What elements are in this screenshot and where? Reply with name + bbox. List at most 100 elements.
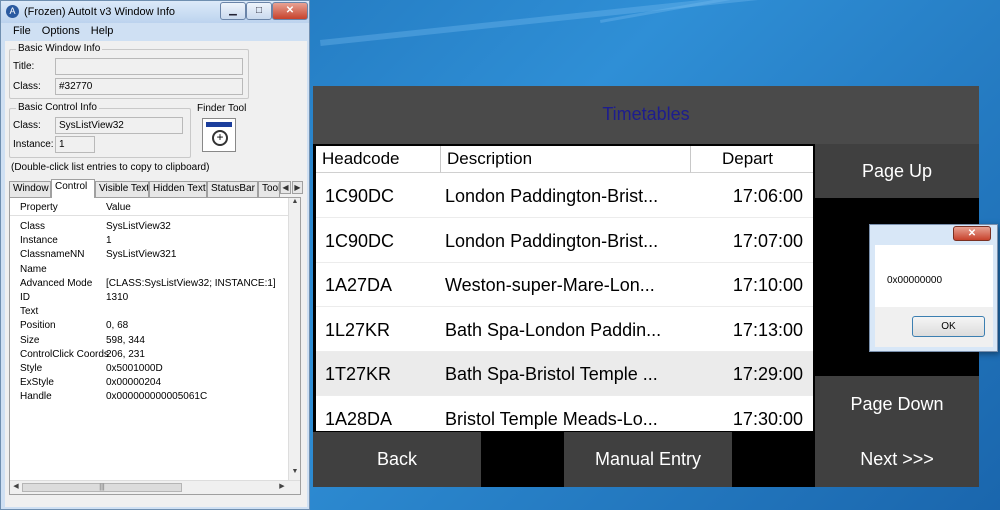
property-row[interactable]: ClassnameNN SysListView321: [10, 248, 290, 262]
page-down-button[interactable]: Page Down: [815, 376, 979, 432]
property-row[interactable]: ID 1310: [10, 291, 290, 305]
window-class-label: Class:: [13, 81, 41, 92]
menu-file[interactable]: File: [13, 25, 31, 37]
property-name: Size: [20, 334, 40, 346]
back-button[interactable]: Back: [313, 432, 481, 487]
manual-entry-button[interactable]: Manual Entry: [564, 432, 732, 487]
autoit-app-icon: A: [6, 5, 19, 18]
finder-tool-icon[interactable]: +: [202, 118, 236, 152]
cell-headcode: 1C90DC: [325, 230, 395, 251]
autoit-menu-bar: File Options Help: [5, 25, 307, 41]
timetable-row[interactable]: 1T27KR Bath Spa-Bristol Temple ... 17:29:0…: [316, 352, 813, 396]
window-title-label: Title:: [13, 61, 35, 72]
ok-button[interactable]: OK: [912, 316, 985, 337]
cell-headcode: 1A28DA: [325, 408, 393, 429]
property-name: ClassnameNN: [20, 249, 85, 261]
message-box-text: 0x00000000: [887, 275, 943, 286]
property-value: 0, 68: [106, 320, 129, 332]
tab-control[interactable]: Control: [51, 179, 95, 198]
property-row[interactable]: Style 0x5001000D: [10, 362, 290, 376]
property-name: ExStyle: [20, 377, 54, 389]
property-row[interactable]: Class SysListView32: [10, 220, 290, 234]
property-list[interactable]: Property Value Class SysListView32 Instanc…: [9, 197, 301, 495]
next-button[interactable]: Next >>>: [815, 432, 979, 487]
timetable-row[interactable]: 1C90DC London Paddington-Brist... 17:06:00: [316, 174, 813, 218]
property-row[interactable]: ControlClick Coords 206, 231: [10, 348, 290, 362]
window-class-field[interactable]: #32770: [55, 78, 243, 95]
property-name: Text: [20, 306, 39, 318]
tab-hidden-text[interactable]: Hidden Text: [149, 181, 207, 197]
hscroll-thumb[interactable]: |||: [22, 483, 182, 492]
tab-tool[interactable]: Tool: [258, 181, 280, 197]
property-list-hscroll[interactable]: ◀ ||| ▶: [10, 480, 300, 494]
autoit-window-info: A (Frozen) AutoIt v3 Window Info ▁ □ ✕ F…: [0, 0, 310, 510]
tab-visible-text[interactable]: Visible Text: [95, 181, 149, 197]
property-value: 0x000000000005061C: [106, 391, 208, 403]
tab-scroll-right-icon[interactable]: ▶: [292, 181, 303, 194]
timetables-title: Timetables: [313, 86, 979, 144]
property-value: SysListView32: [106, 221, 171, 232]
property-name: ControlClick Coords: [20, 348, 109, 360]
cell-description: Weston-super-Mare-Lon...: [445, 275, 655, 295]
property-row[interactable]: Text: [10, 305, 290, 319]
message-box-close-icon[interactable]: ✕: [953, 226, 991, 241]
autoit-window-title: (Frozen) AutoIt v3 Window Info: [24, 6, 176, 18]
basic-control-info-label: Basic Control Info: [16, 102, 99, 113]
property-row[interactable]: ExStyle 0x00000204: [10, 376, 290, 390]
autoit-title-bar[interactable]: A (Frozen) AutoIt v3 Window Info ▁ □ ✕: [1, 1, 309, 23]
property-row[interactable]: Size 598, 344: [10, 334, 290, 348]
property-name: Position: [20, 320, 56, 332]
timetable-list[interactable]: Headcode Description Depart 1C90DC London…: [316, 146, 813, 431]
control-class-field[interactable]: SysListView32: [55, 117, 183, 134]
property-name: Class: [20, 221, 46, 232]
column-headcode[interactable]: Headcode: [316, 146, 441, 173]
bottom-bar-gap: [732, 432, 815, 487]
timetable-row[interactable]: 1L27KR Bath Spa-London Paddin... 17:13:00: [316, 307, 813, 352]
close-button[interactable]: ✕: [272, 2, 308, 20]
column-value[interactable]: Value: [106, 202, 131, 213]
scroll-left-icon[interactable]: ◀: [11, 482, 21, 494]
property-row[interactable]: Advanced Mode [CLASS:SysListView32; INSTA…: [10, 277, 290, 291]
tab-scroll-left-icon[interactable]: ◀: [280, 181, 291, 194]
column-description[interactable]: Description: [441, 146, 691, 173]
minimize-button[interactable]: ▁: [220, 2, 246, 20]
property-row[interactable]: Name: [10, 263, 290, 277]
control-class-label: Class:: [13, 120, 41, 131]
column-property[interactable]: Property: [20, 202, 58, 213]
control-instance-label: Instance:: [13, 139, 54, 150]
property-name: Advanced Mode: [20, 277, 93, 289]
maximize-button[interactable]: □: [246, 2, 272, 20]
page-up-button[interactable]: Page Up: [815, 144, 979, 198]
cell-headcode: 1T27KR: [325, 364, 392, 384]
clipboard-hint: (Double-click list entries to copy to cl…: [11, 162, 210, 173]
property-row[interactable]: Instance 1: [10, 234, 290, 248]
tab-statusbar[interactable]: StatusBar: [207, 181, 258, 197]
menu-help[interactable]: Help: [91, 25, 114, 37]
property-list-header: Property Value: [10, 198, 300, 216]
column-depart[interactable]: Depart: [691, 146, 813, 173]
cell-depart: 17:29:00: [732, 364, 803, 384]
property-name: ID: [20, 292, 30, 303]
message-box-footer: OK: [875, 307, 993, 347]
cell-headcode: 1L27KR: [325, 319, 391, 340]
control-instance-field[interactable]: 1: [55, 136, 95, 153]
cell-headcode: 1C90DC: [325, 186, 395, 206]
message-box-content: 0x00000000 OK: [875, 245, 993, 347]
timetable-row[interactable]: 1A28DA Bristol Temple Meads-Lo... 17:30:00: [316, 396, 813, 431]
property-row[interactable]: Position 0, 68: [10, 319, 290, 333]
timetable-row[interactable]: 1C90DC London Paddington-Brist... 17:07:00: [316, 218, 813, 263]
desktop-light-streak: [320, 0, 1000, 46]
property-name: Handle: [20, 391, 52, 403]
window-title-field[interactable]: [55, 58, 243, 75]
property-list-vscroll[interactable]: ▲ ▼: [288, 198, 300, 480]
property-name: Instance: [20, 235, 58, 247]
scroll-down-icon[interactable]: ▼: [290, 468, 300, 480]
property-row[interactable]: Handle 0x000000000005061C: [10, 390, 290, 404]
cell-depart: 17:30:00: [732, 408, 803, 429]
menu-options[interactable]: Options: [42, 25, 80, 37]
scroll-up-icon[interactable]: ▲: [290, 198, 300, 210]
timetable-row[interactable]: 1A27DA Weston-super-Mare-Lon... 17:10:00: [316, 263, 813, 307]
tab-window[interactable]: Window: [9, 181, 51, 197]
cell-description: Bristol Temple Meads-Lo...: [445, 408, 658, 429]
scroll-right-icon[interactable]: ▶: [277, 482, 287, 494]
